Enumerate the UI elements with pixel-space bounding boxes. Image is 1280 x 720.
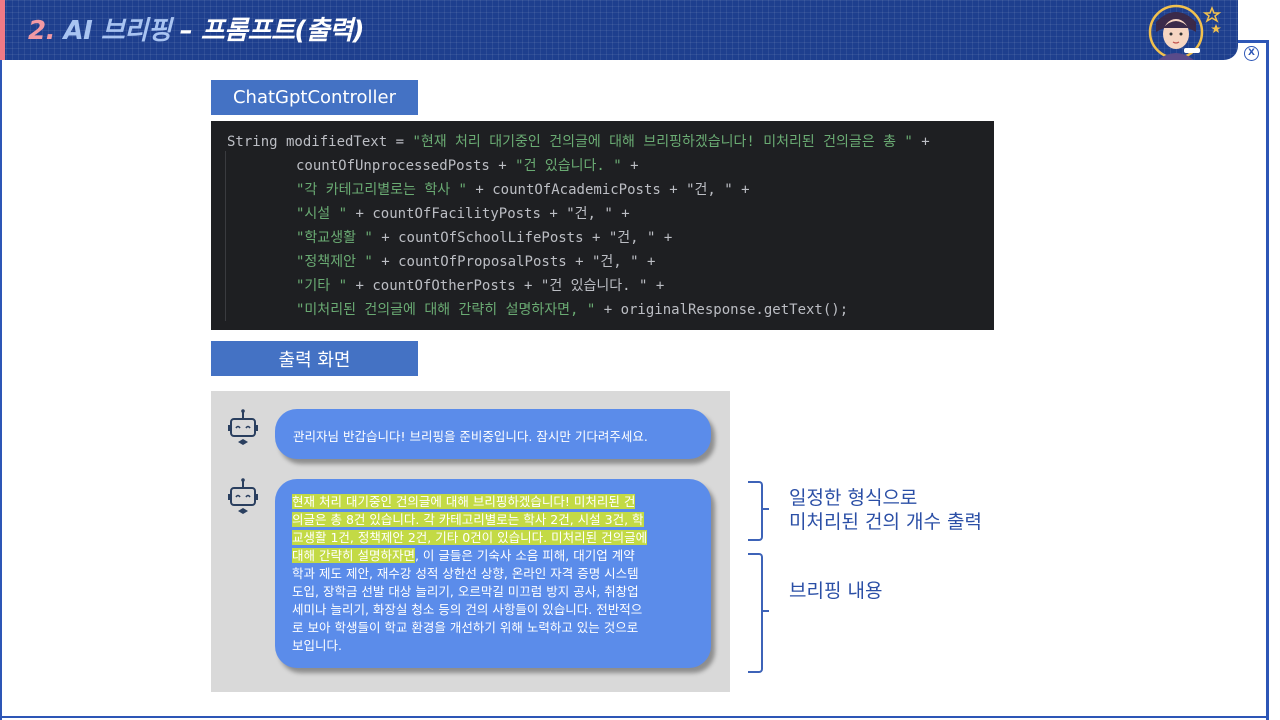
format-brace [748, 481, 763, 541]
frame-top [1238, 40, 1269, 43]
format-annotation-line2: 미처리된 건의 개수 출력 [789, 511, 982, 533]
controller-label: ChatGptController [211, 80, 418, 115]
code-line: "정책제안 " + countOfProposalPosts + "건, " + [296, 254, 656, 270]
briefing-line: 교생활 1건, 정책제안 2건, 기타 0건이 있습니다. 미처리된 건의글에 [292, 530, 648, 545]
content-annotation: 브리핑 내용 [789, 580, 883, 602]
briefing-line: 도입, 장학금 선발 대상 늘리기, 오르막길 미끄럼 방지 공사, 취창업 [292, 584, 639, 599]
content-brace [748, 553, 763, 673]
briefing-line: 학과 제도 제안, 재수강 성적 상한선 상향, 온라인 자격 증명 시스템 [292, 566, 639, 581]
briefing-line: 의글은 총 8건 있습니다. 각 카테고리별로는 학사 2건, 시설 3건, 학 [292, 512, 644, 527]
code-line: countOfUnprocessedPosts + "건 있습니다. " + [296, 158, 639, 174]
close-button[interactable]: X [1244, 46, 1259, 61]
code-line: String modifiedText = "현재 처리 대기중인 건의글에 대… [227, 134, 930, 150]
format-annotation-line1: 일정한 형식으로 [789, 487, 918, 509]
title-number: 2. [28, 16, 55, 46]
code-line: "시설 " + countOfFacilityPosts + "건, " + [296, 206, 630, 222]
code-line: "각 카테고리별로는 학사 " + countOfAcademicPosts +… [296, 182, 750, 198]
header-accent [0, 0, 5, 60]
indent-guide [225, 151, 226, 321]
robot-icon [228, 409, 258, 445]
code-block: String modifiedText = "현재 처리 대기중인 건의글에 대… [211, 121, 994, 330]
code-line: "기타 " + countOfOtherPosts + "건 있습니다. " + [296, 278, 665, 294]
briefing-line: 로 보아 학생들이 학교 환경을 개선하기 위해 노력하고 있는 것으로 [292, 620, 639, 635]
avatar-illustration-icon [1148, 4, 1222, 60]
code-line: "미처리된 건의글에 대해 간략히 설명하자면, " + originalRes… [296, 302, 849, 318]
greeting-bubble: 관리자님 반갑습니다! 브리핑을 준비중입니다. 잠시만 기다려주세요. [275, 409, 711, 459]
briefing-line: 대해 간략히 설명하자면, 이 글들은 기숙사 소음 피해, 대기업 계약 [292, 548, 635, 563]
frame-left [0, 60, 2, 720]
greeting-text: 관리자님 반갑습니다! 브리핑을 준비중입니다. 잠시만 기다려주세요. [293, 429, 648, 444]
briefing-line: 현재 처리 대기중인 건의글에 대해 브리핑하겠습니다! 미처리된 건 [292, 494, 636, 509]
page-title: 2. AI 브리핑 – 프롬프트(출력) [28, 10, 365, 47]
title-ai: AI 브리핑 [63, 16, 172, 46]
robot-icon [228, 478, 258, 514]
briefing-line: 보입니다. [292, 638, 342, 653]
code-line: "학교생활 " + countOfSchoolLifePosts + "건, "… [296, 230, 673, 246]
content-brace-tip [761, 610, 769, 612]
header-bar: 2. AI 브리핑 – 프롬프트(출력) [0, 0, 1238, 60]
format-brace-tip [761, 508, 769, 510]
briefing-bubble: 현재 처리 대기중인 건의글에 대해 브리핑하겠습니다! 미처리된 건 의글은 … [275, 479, 711, 668]
briefing-line: 세미나 늘리기, 화장실 청소 등의 건의 사항들이 있습니다. 전반적으 [292, 602, 643, 617]
title-rest: – 프롬프트(출력) [179, 16, 365, 46]
frame-right [1266, 40, 1269, 720]
output-label: 출력 화면 [211, 341, 418, 376]
frame-bottom [0, 716, 1269, 718]
